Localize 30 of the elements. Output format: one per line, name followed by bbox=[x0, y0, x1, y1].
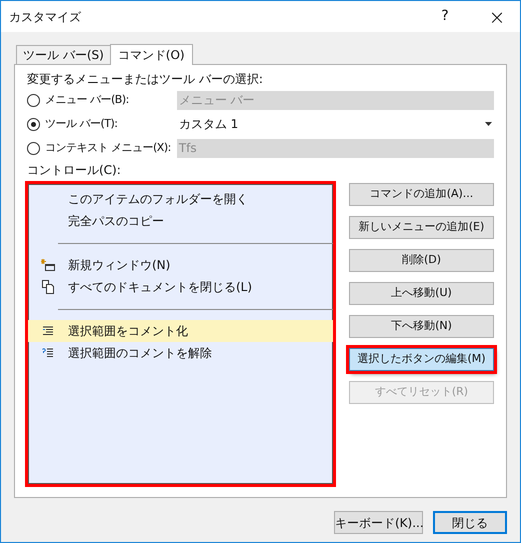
new-window-icon bbox=[41, 259, 55, 271]
help-button[interactable]: ? bbox=[430, 2, 460, 32]
uncomment-lines-icon bbox=[42, 348, 54, 358]
tab[interactable]: ツール バー(S) bbox=[16, 45, 110, 64]
controls-label: コントロール(C): bbox=[27, 162, 122, 179]
dropdown-arrow-icon bbox=[485, 122, 492, 126]
dialog-button[interactable]: キーボード(K)... bbox=[334, 511, 423, 534]
list-item[interactable]: このアイテムのフォルダーを開く bbox=[28, 188, 333, 210]
radio-label: メニュー バー(B): bbox=[45, 92, 129, 108]
tab[interactable]: コマンド(O) bbox=[110, 44, 193, 65]
list-item[interactable]: すべてのドキュメントを閉じる(L) bbox=[28, 276, 333, 298]
action-button[interactable]: 選択したボタンの編集(M) bbox=[349, 348, 494, 371]
list-item[interactable]: 完全パスのコピー bbox=[28, 210, 333, 232]
dialog-button[interactable]: 閉じる bbox=[433, 511, 507, 534]
action-button[interactable]: 下へ移動(N) bbox=[349, 315, 494, 338]
radio-label: コンテキスト メニュー(X): bbox=[45, 140, 171, 156]
action-button[interactable]: 上へ移動(U) bbox=[349, 282, 494, 305]
radio-label: ツール バー(T): bbox=[45, 116, 118, 132]
close-button[interactable]: × bbox=[474, 2, 520, 32]
radio-button[interactable] bbox=[27, 118, 40, 130]
action-button[interactable]: 新しいメニューの追加(E) bbox=[349, 216, 494, 239]
list-item[interactable]: 新規ウィンドウ(N) bbox=[28, 254, 333, 276]
documents-icon bbox=[42, 280, 54, 294]
list-item[interactable]: 選択範囲のコメントを解除 bbox=[28, 342, 333, 364]
action-button[interactable]: 削除(D) bbox=[349, 249, 494, 272]
selection-label: 変更するメニューまたはツール バーの選択: bbox=[27, 71, 264, 88]
list-item[interactable]: 選択範囲をコメント化 bbox=[28, 320, 333, 342]
action-button[interactable]: コマンドの追加(A)... bbox=[349, 183, 494, 206]
window-title: カスタマイズ bbox=[9, 8, 81, 26]
comment-lines-icon bbox=[42, 326, 54, 336]
